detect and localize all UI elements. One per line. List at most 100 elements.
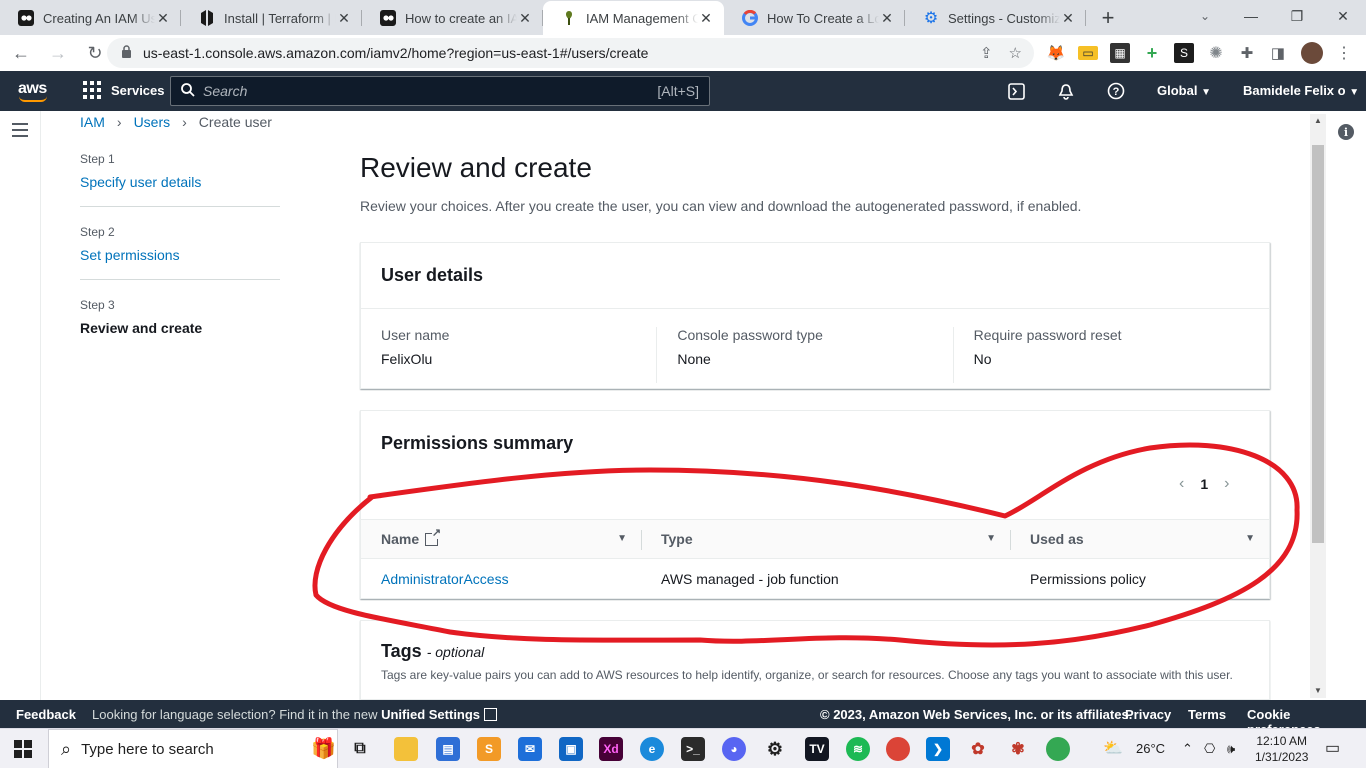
extension-icon[interactable]: ▦ bbox=[1110, 43, 1130, 63]
edge-icon[interactable]: e bbox=[640, 737, 664, 761]
aws-logo[interactable]: aws bbox=[18, 80, 47, 102]
column-header-name[interactable]: Name ▼ bbox=[361, 520, 641, 558]
page-number[interactable]: 1 bbox=[1200, 476, 1208, 492]
close-tab-icon[interactable]: ✕ bbox=[879, 10, 895, 26]
browser-tab-active[interactable]: IAM Management Console ✕ bbox=[543, 1, 724, 35]
terminal-icon[interactable]: >_ bbox=[681, 737, 705, 761]
terms-link[interactable]: Terms bbox=[1188, 707, 1226, 722]
notifications-icon[interactable]: ▭ bbox=[1325, 738, 1340, 758]
unified-settings-link[interactable]: Unified Settings bbox=[381, 707, 480, 722]
extension-icon[interactable]: S bbox=[1174, 43, 1194, 63]
scrollbar-thumb[interactable] bbox=[1312, 145, 1324, 543]
info-icon[interactable]: i bbox=[1338, 124, 1354, 140]
browser-tab[interactable]: Install | Terraform | HashiCorp ✕ bbox=[181, 1, 362, 35]
metamask-extension-icon[interactable]: 🦊 bbox=[1046, 43, 1066, 63]
feedback-link[interactable]: Feedback bbox=[16, 707, 76, 722]
share-icon[interactable]: ⇪ bbox=[980, 44, 993, 62]
task-view-icon[interactable]: ⧉ bbox=[348, 737, 372, 761]
discord-icon[interactable]: ◕ bbox=[722, 737, 746, 761]
taskbar-clock[interactable]: 12:10 AM 1/31/2023 bbox=[1255, 733, 1308, 765]
extension-icon[interactable]: ▭ bbox=[1078, 46, 1098, 60]
app-icon[interactable]: ✿ bbox=[966, 737, 990, 761]
extension-icon[interactable]: + bbox=[1142, 43, 1162, 63]
back-arrow-icon[interactable]: ← bbox=[5, 37, 37, 69]
avatar[interactable] bbox=[1301, 42, 1323, 64]
address-bar[interactable]: us-east-1.console.aws.amazon.com/iamv2/h… bbox=[107, 38, 1034, 68]
tradingview-icon[interactable]: TV bbox=[805, 737, 829, 761]
bell-icon[interactable] bbox=[1056, 81, 1076, 101]
policy-link[interactable]: AdministratorAccess bbox=[381, 571, 509, 587]
store-icon[interactable]: ▤ bbox=[436, 737, 460, 761]
breadcrumb: IAM › Users › Create user bbox=[80, 114, 272, 130]
scroll-up-icon[interactable]: ▲ bbox=[1313, 116, 1323, 126]
step-link-specify-user-details[interactable]: Specify user details bbox=[80, 174, 280, 190]
sort-caret-icon[interactable]: ▼ bbox=[986, 533, 996, 544]
language-notice-text: Looking for language selection? Find it … bbox=[92, 707, 378, 722]
close-tab-icon[interactable]: ✕ bbox=[155, 10, 171, 26]
xd-icon[interactable]: Xd bbox=[599, 737, 623, 761]
app-icon[interactable]: ▣ bbox=[559, 737, 583, 761]
browser-tab[interactable]: Creating An IAM User ✕ bbox=[0, 1, 181, 35]
chevron-right-icon[interactable]: › bbox=[1224, 475, 1229, 493]
extension-icon[interactable]: ✺ bbox=[1206, 43, 1226, 63]
vscode-icon[interactable]: ❯ bbox=[926, 737, 950, 761]
browser-tab[interactable]: How To Create a Load Balancer ✕ bbox=[724, 1, 905, 35]
search-input[interactable]: Search [Alt+S] bbox=[170, 76, 710, 106]
close-tab-icon[interactable]: ✕ bbox=[517, 10, 533, 26]
restore-icon[interactable]: ❐ bbox=[1274, 0, 1320, 32]
settings-gear-icon[interactable]: ⚙ bbox=[763, 737, 787, 761]
breadcrumb-iam[interactable]: IAM bbox=[80, 114, 105, 130]
menu-icon[interactable] bbox=[12, 123, 28, 137]
cloudshell-icon[interactable] bbox=[1006, 81, 1026, 101]
tab-title: Creating An IAM User bbox=[43, 10, 155, 26]
account-menu[interactable]: Bamidele Felix o ▼ bbox=[1243, 83, 1359, 98]
volume-icon[interactable]: 🕪 bbox=[1227, 741, 1235, 757]
file-explorer-icon[interactable] bbox=[394, 737, 418, 761]
weather-icon[interactable]: ⛅ bbox=[1103, 738, 1123, 758]
puzzle-icon[interactable]: ✚ bbox=[1237, 43, 1257, 63]
column-header-type[interactable]: Type ▼ bbox=[641, 520, 1010, 558]
close-tab-icon[interactable]: ✕ bbox=[698, 10, 714, 26]
sort-caret-icon[interactable]: ▼ bbox=[1245, 533, 1255, 544]
taskbar-search-input[interactable]: ⌕ Type here to search 🎁 bbox=[48, 729, 338, 768]
account-label: Bamidele Felix o bbox=[1243, 83, 1346, 98]
step-link-set-permissions[interactable]: Set permissions bbox=[80, 247, 280, 263]
detail-label: Console password type bbox=[677, 327, 823, 343]
detail-value: FelixOlu bbox=[381, 351, 433, 367]
tab-search-icon[interactable]: ⌄ bbox=[1194, 6, 1216, 26]
step-number: Step 1 bbox=[80, 152, 115, 166]
window-controls: — ❐ ✕ bbox=[1228, 0, 1366, 32]
minimize-icon[interactable]: — bbox=[1228, 0, 1274, 32]
chevron-left-icon[interactable]: ‹ bbox=[1179, 475, 1184, 493]
chrome-profile-icon[interactable] bbox=[886, 737, 910, 761]
sublime-icon[interactable]: S bbox=[477, 737, 501, 761]
close-tab-icon[interactable]: ✕ bbox=[336, 10, 352, 26]
tray-chevron-icon[interactable]: ⌃ bbox=[1182, 741, 1193, 757]
sort-caret-icon[interactable]: ▼ bbox=[617, 533, 627, 544]
spotify-icon[interactable]: ≋ bbox=[846, 737, 870, 761]
services-menu-button[interactable]: Services bbox=[83, 81, 165, 99]
app-icon[interactable]: ✾ bbox=[1006, 737, 1030, 761]
close-tab-icon[interactable]: ✕ bbox=[1060, 10, 1076, 26]
region-selector[interactable]: Global ▼ bbox=[1157, 83, 1211, 98]
side-panel-icon[interactable]: ◨ bbox=[1268, 43, 1288, 63]
breadcrumb-users[interactable]: Users bbox=[134, 114, 171, 130]
bookmark-star-icon[interactable]: ☆ bbox=[1009, 44, 1022, 62]
close-window-icon[interactable]: ✕ bbox=[1320, 0, 1366, 32]
new-tab-button[interactable]: + bbox=[1090, 1, 1126, 35]
browser-tab[interactable]: ⚙ Settings - Customize profile ✕ bbox=[905, 1, 1086, 35]
windows-start-icon[interactable] bbox=[14, 740, 32, 758]
mail-icon[interactable]: ✉ bbox=[518, 737, 542, 761]
privacy-link[interactable]: Privacy bbox=[1125, 707, 1171, 722]
network-icon[interactable]: ⎔ bbox=[1204, 741, 1215, 757]
chrome-icon[interactable] bbox=[1046, 737, 1070, 761]
browser-tab[interactable]: How to create an IAM user ✕ bbox=[362, 1, 543, 35]
more-menu-icon[interactable]: ⋮ bbox=[1334, 43, 1354, 63]
search-shortcut: [Alt+S] bbox=[657, 83, 699, 99]
forward-arrow-icon[interactable]: → bbox=[42, 37, 74, 69]
help-icon[interactable]: ? bbox=[1106, 81, 1126, 101]
clock-time: 12:10 AM bbox=[1256, 734, 1308, 748]
page-title: Review and create bbox=[360, 152, 592, 183]
column-header-used-as[interactable]: Used as ▼ bbox=[1010, 520, 1269, 558]
scroll-down-icon[interactable]: ▼ bbox=[1313, 686, 1323, 696]
